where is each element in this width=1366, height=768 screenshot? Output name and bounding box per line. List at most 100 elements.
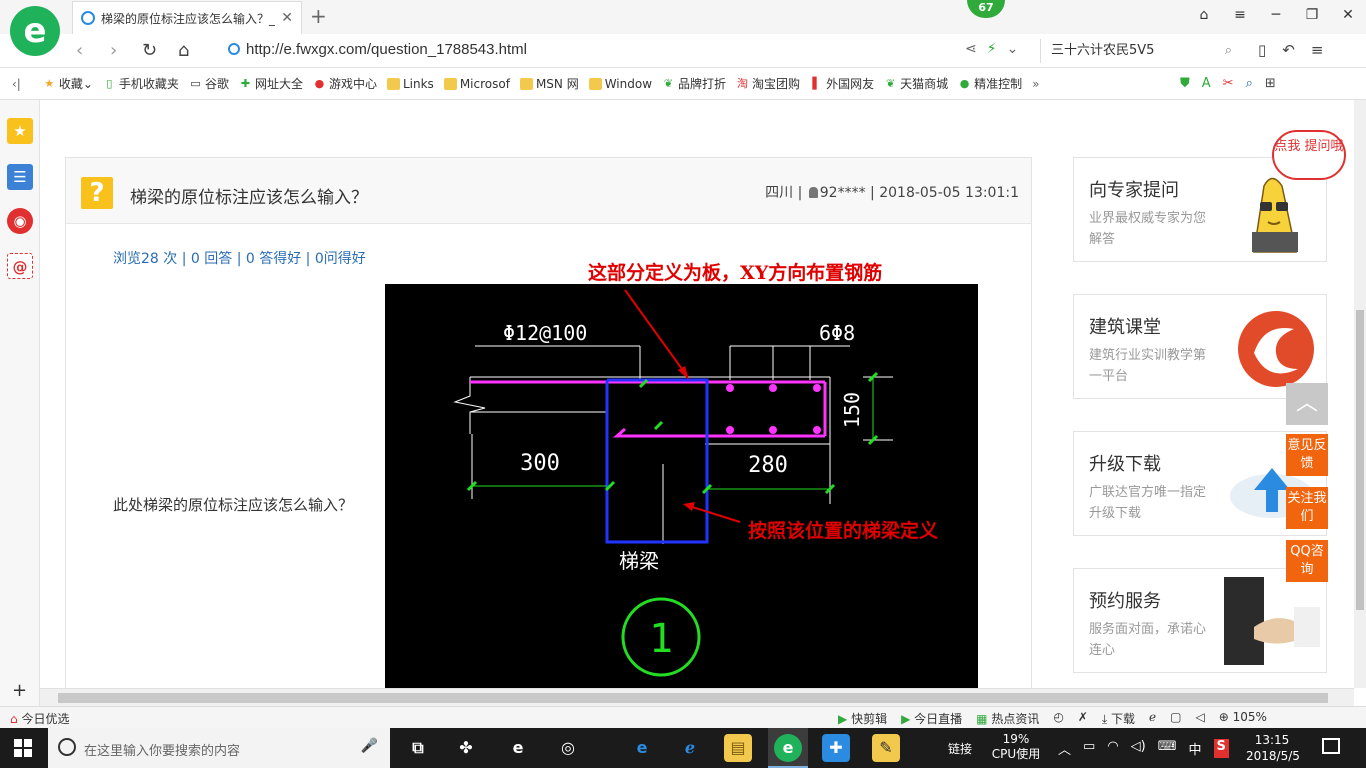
- refresh-icon[interactable]: ↻: [142, 40, 157, 61]
- ie-app-icon[interactable]: e: [504, 734, 532, 762]
- bolt-icon[interactable]: ⚡: [987, 41, 997, 57]
- notification-badge[interactable]: 67: [967, 0, 1005, 18]
- search-input[interactable]: 三十六计农民5V5 ⌕: [1040, 39, 1240, 63]
- weibo-icon[interactable]: ◉: [7, 208, 33, 234]
- network-icon[interactable]: ◠: [1107, 739, 1118, 758]
- share-icon[interactable]: ⋖: [965, 41, 977, 57]
- shield-icon[interactable]: ⛊: [1180, 76, 1190, 91]
- plus-app-icon[interactable]: ✚: [822, 734, 850, 762]
- task-view-icon[interactable]: ⧉: [404, 734, 432, 762]
- notification-center-icon[interactable]: [1322, 738, 1340, 754]
- scroll-thumb[interactable]: [58, 693, 1328, 703]
- chevron-down-icon[interactable]: ⌄: [1007, 41, 1019, 57]
- fan-app-icon[interactable]: ✤: [452, 734, 480, 762]
- bookmark-item[interactable]: ❦ 天猫商城: [884, 75, 948, 92]
- keyboard-icon[interactable]: ⌨: [1158, 739, 1177, 758]
- bookmark-item[interactable]: ● 游戏中心: [313, 75, 377, 92]
- more-icon[interactable]: ≡: [1311, 41, 1324, 59]
- ie-icon[interactable]: ℯ: [1149, 710, 1156, 727]
- card-appointment[interactable]: 预约服务 服务面对面，承诺心连心: [1073, 568, 1327, 673]
- maximize-button[interactable]: ❐: [1294, 0, 1330, 30]
- home-icon[interactable]: ⌂: [178, 40, 189, 61]
- minimize-button[interactable]: ─: [1258, 0, 1294, 30]
- qq-consult-button[interactable]: QQ咨询: [1286, 540, 1328, 582]
- taskbar-active-app[interactable]: e: [768, 728, 808, 768]
- bookmark-item[interactable]: ✚ 网址大全: [239, 75, 303, 92]
- clock[interactable]: 13:15 2018/5/5: [1246, 732, 1300, 764]
- bookmark-item[interactable]: ▌ 外国网友: [810, 75, 874, 92]
- bookmark-item[interactable]: ❦ 品牌打折: [662, 75, 726, 92]
- grid-icon[interactable]: ⊞: [1265, 76, 1276, 91]
- shirt-icon[interactable]: ⌂: [1186, 0, 1222, 30]
- url-field[interactable]: http://e.fwxgx.com/question_1788543.html: [228, 41, 527, 58]
- tab-bar: e 梯梁的原位标注应该怎么输入？_ ✕ + 67 ⌂ ≡ ─ ❐ ✕: [0, 0, 1366, 56]
- folder-icon: [588, 77, 602, 90]
- notes-app-icon[interactable]: ✎: [872, 734, 900, 762]
- bookmark-item[interactable]: Links: [386, 77, 434, 91]
- edge-icon[interactable]: e: [628, 734, 656, 762]
- volume-icon[interactable]: ◁): [1131, 739, 1146, 758]
- links-toolbar[interactable]: 链接: [948, 740, 972, 757]
- status-item[interactable]: ⤓ 下载: [1102, 710, 1135, 727]
- phone-icon[interactable]: ▯: [1258, 41, 1266, 59]
- question-stats[interactable]: 浏览28 次 | 0 回答 | 0 答得好 | 0问得好: [113, 248, 366, 268]
- microphone-icon[interactable]: 🎤: [361, 738, 378, 754]
- bookmark-item[interactable]: ▯ 手机收藏夹: [103, 75, 179, 92]
- site-icon: [228, 43, 240, 55]
- follow-us-button[interactable]: 关注我们: [1286, 487, 1328, 529]
- collapse-icon[interactable]: ‹|: [12, 77, 21, 91]
- browser-tools: ▯ ↶ ≡: [1258, 41, 1323, 59]
- status-item[interactable]: ▶ 快剪辑: [838, 710, 887, 727]
- favorites-icon[interactable]: ★: [7, 118, 33, 144]
- more-bookmarks-icon[interactable]: »: [1032, 77, 1039, 91]
- feedback-button[interactable]: 意见反馈: [1286, 434, 1328, 476]
- add-icon[interactable]: +: [12, 680, 27, 701]
- close-button[interactable]: ✕: [1330, 0, 1366, 30]
- status-item[interactable]: ▶ 今日直播: [901, 710, 962, 727]
- scroll-thumb[interactable]: [1356, 310, 1364, 610]
- tool-icon[interactable]: ✗: [1078, 710, 1088, 727]
- back-to-top-button[interactable]: ︿: [1286, 383, 1328, 425]
- ie-browser-icon[interactable]: ℯ: [676, 734, 704, 762]
- zoom-level[interactable]: ⊕ 105%: [1219, 710, 1267, 727]
- speed-icon[interactable]: ◴: [1053, 710, 1063, 727]
- chevron-up-icon[interactable]: ︿: [1058, 739, 1071, 758]
- search-icon[interactable]: ⌕: [1225, 39, 1232, 63]
- sogou-icon[interactable]: S: [1213, 739, 1229, 758]
- spiral-app-icon[interactable]: ◎: [554, 734, 582, 762]
- tab-active[interactable]: 梯梁的原位标注应该怎么输入？_ ✕: [72, 1, 302, 34]
- list-icon[interactable]: ☰: [7, 164, 33, 190]
- bookmark-item[interactable]: ▭ 谷歌: [189, 75, 229, 92]
- file-explorer-icon[interactable]: ▤: [724, 734, 752, 762]
- tab-close-icon[interactable]: ✕: [281, 10, 293, 26]
- bookmark-item[interactable]: Microsof: [443, 77, 510, 91]
- ime-indicator[interactable]: 中: [1189, 739, 1202, 758]
- question-user[interactable]: 92****: [820, 185, 866, 201]
- ask-bubble[interactable]: 点我 提问哦: [1272, 130, 1346, 180]
- vertical-scrollbar[interactable]: [1354, 100, 1366, 688]
- browser-logo-icon[interactable]: e: [10, 6, 60, 56]
- zoom-icon[interactable]: ⌕: [1246, 76, 1253, 91]
- windows-start-icon[interactable]: [14, 739, 32, 757]
- daily-picks[interactable]: ⌂ 今日优选: [10, 710, 69, 727]
- bookmark-item[interactable]: Window: [588, 77, 652, 91]
- email-icon[interactable]: @: [7, 253, 33, 279]
- scissors-icon[interactable]: ✂: [1223, 76, 1234, 91]
- bookmark-item[interactable]: ● 精准控制: [958, 75, 1022, 92]
- taskbar-search[interactable]: 在这里输入你要搜索的内容 🎤: [48, 728, 390, 768]
- horizontal-scrollbar[interactable]: [40, 688, 1354, 706]
- undo-icon[interactable]: ↶: [1282, 41, 1295, 59]
- new-tab-button[interactable]: +: [310, 4, 327, 28]
- menu-icon[interactable]: ≡: [1222, 0, 1258, 30]
- translate-icon[interactable]: A: [1202, 76, 1211, 91]
- leaf-icon: ❦: [663, 76, 674, 90]
- forward-icon[interactable]: ›: [110, 40, 117, 61]
- bookmark-item[interactable]: MSN 网: [519, 75, 579, 92]
- volume-icon[interactable]: ◁: [1196, 710, 1205, 727]
- status-item[interactable]: ▦ 热点资讯: [976, 710, 1039, 727]
- battery-icon[interactable]: ▭: [1083, 739, 1095, 758]
- window-icon[interactable]: ▢: [1170, 710, 1181, 727]
- bookmark-item[interactable]: 淘淘宝团购: [736, 75, 800, 92]
- bookmark-item[interactable]: ★ 收藏 ⌄: [43, 75, 93, 92]
- back-icon[interactable]: ‹: [76, 40, 83, 61]
